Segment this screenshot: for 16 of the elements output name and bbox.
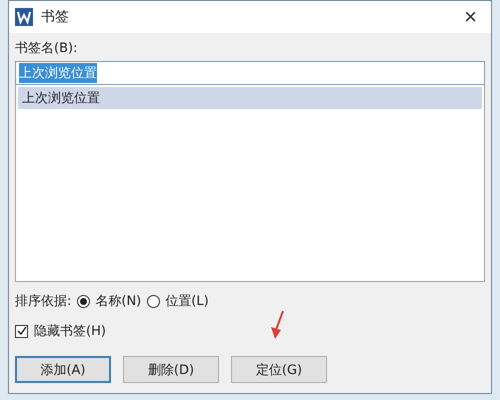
dialog-button[interactable]: 删除(D) [123,356,219,383]
checkbox-label: 隐藏书签(H) [34,323,106,340]
radio-label: 位置(L) [165,293,209,310]
dialog-button[interactable]: 添加(A) [15,356,111,383]
dialog-button[interactable]: 定位(G) [231,356,327,383]
radio-label: 名称(N) [95,293,142,310]
close-button[interactable]: × [460,6,481,28]
radio-button[interactable] [147,294,160,308]
annotation-arrow [268,310,286,340]
radio-button[interactable] [77,294,90,308]
sort-label: 排序依据: [15,293,72,310]
checkbox[interactable] [15,324,28,338]
window-title: 书签 [41,8,70,26]
bookmark-item[interactable]: 上次浏览位置 [18,87,482,109]
field-label: 书签名(B): [15,40,78,57]
app-logo-icon [15,8,33,26]
